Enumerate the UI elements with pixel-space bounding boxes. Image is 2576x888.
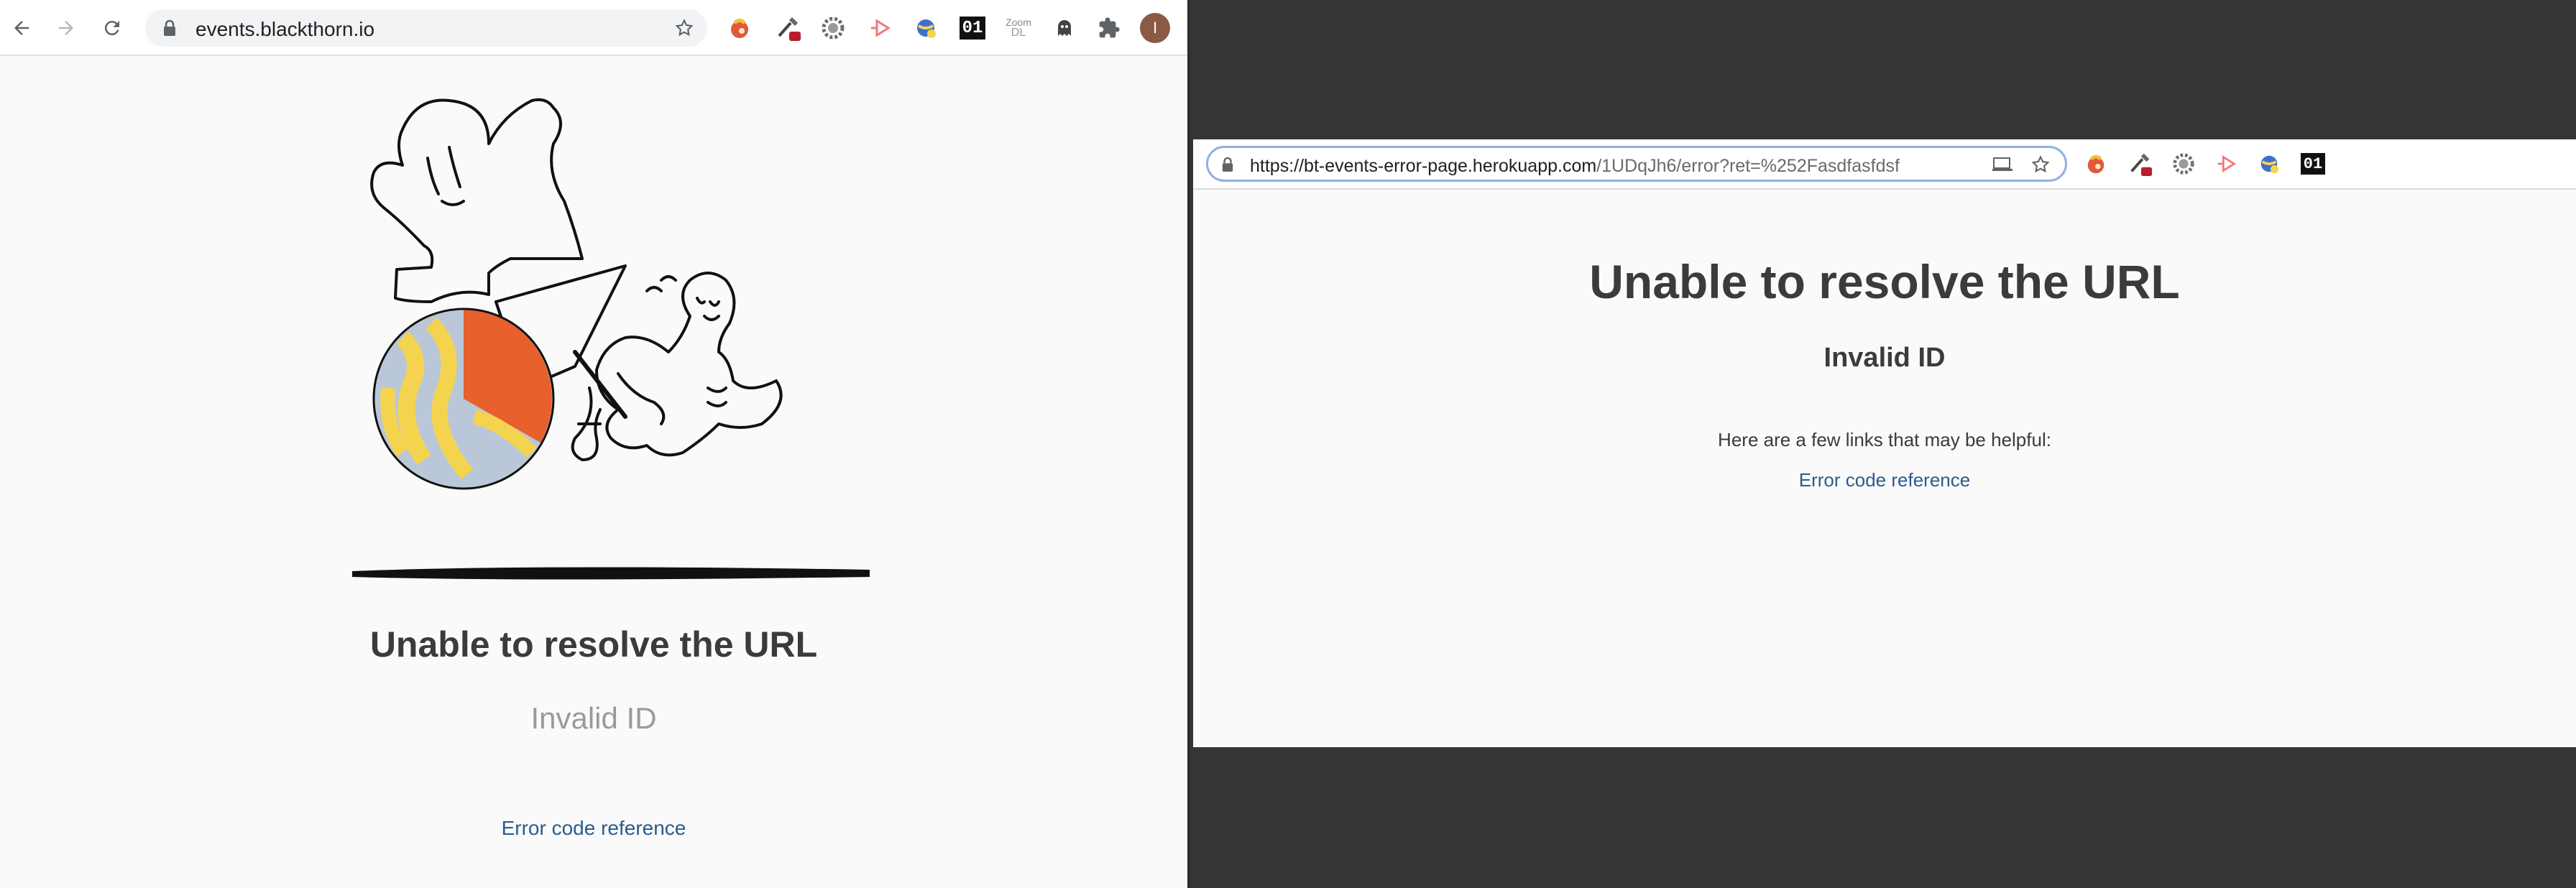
zoom-dl-label-top: Zoom — [1006, 17, 1031, 28]
striped-ball — [372, 307, 555, 490]
arrow-left-icon[interactable] — [6, 12, 37, 44]
url-path: /1UDqJh6/error?ret=%252Fasdfasfdsf — [1596, 156, 1900, 176]
page-title: Unable to resolve the URL — [1589, 255, 2180, 308]
play-ext-icon[interactable] — [2212, 149, 2241, 178]
page-title: Unable to resolve the URL — [369, 624, 818, 665]
error-code-reference-link[interactable]: Error code reference — [1193, 469, 2576, 491]
url-text: events.blackthorn.io — [196, 18, 375, 40]
zoom-dl-ext-icon[interactable]: Zoom DL — [1003, 13, 1034, 43]
ext-01-label: 01 — [2301, 153, 2325, 175]
puzzle-icon[interactable] — [1094, 13, 1124, 43]
ext-01-label: 01 — [960, 17, 985, 40]
01-ext-icon[interactable]: 01 — [957, 13, 988, 43]
01-ext-icon[interactable]: 01 — [2299, 149, 2327, 178]
address-bar[interactable]: events.blackthorn.io — [145, 9, 707, 47]
gear-ext-icon[interactable] — [2169, 149, 2198, 178]
star-icon[interactable] — [674, 18, 694, 42]
eyedropper-ext-icon[interactable] — [2126, 149, 2155, 178]
address-bar[interactable]: https://bt-events-error-page.herokuapp.c… — [1206, 146, 2067, 182]
error-illustration — [352, 98, 870, 580]
browser-toolbar: events.blackthorn.io 01 Zoom DL I — [0, 0, 1187, 56]
right-browser-window: https://bt-events-error-page.herokuapp.c… — [1193, 139, 2576, 747]
lock-icon — [1221, 157, 1234, 176]
eyedropper-ext-icon[interactable] — [773, 13, 804, 43]
ghost-ext-icon[interactable] — [1049, 13, 1080, 43]
play-ext-icon[interactable] — [865, 13, 896, 43]
zoom-dl-label-bottom: DL — [1011, 27, 1026, 39]
left-browser-window: events.blackthorn.io 01 Zoom DL I Unable… — [0, 0, 1190, 888]
avatar[interactable]: I — [1140, 13, 1170, 43]
page-subtitle: Invalid ID — [1823, 343, 1946, 373]
gear-ext-icon[interactable] — [818, 13, 848, 43]
globe-ext-icon[interactable] — [2255, 149, 2284, 178]
help-text: Here are a few links that may be helpful… — [1718, 429, 2051, 450]
reload-icon[interactable] — [96, 12, 128, 44]
globe-ext-icon[interactable] — [911, 13, 942, 43]
cast-icon[interactable] — [1992, 156, 2013, 177]
url-text: https://bt-events-error-page.herokuapp.c… — [1250, 156, 1900, 177]
lock-icon — [162, 19, 177, 40]
browser-toolbar: https://bt-events-error-page.herokuapp.c… — [1193, 139, 2576, 190]
tomato-ext-icon[interactable] — [724, 13, 755, 43]
ground-line — [352, 567, 870, 580]
profile-initial: I — [1140, 13, 1170, 43]
page-subtitle: Invalid ID — [530, 701, 657, 735]
url-host: https://bt-events-error-page.herokuapp.c… — [1250, 156, 1597, 176]
arrow-right-icon[interactable] — [50, 12, 82, 44]
star-icon[interactable] — [2030, 154, 2051, 178]
tomato-ext-icon[interactable] — [2082, 149, 2110, 178]
error-code-reference-link[interactable]: Error code reference — [0, 817, 1187, 840]
